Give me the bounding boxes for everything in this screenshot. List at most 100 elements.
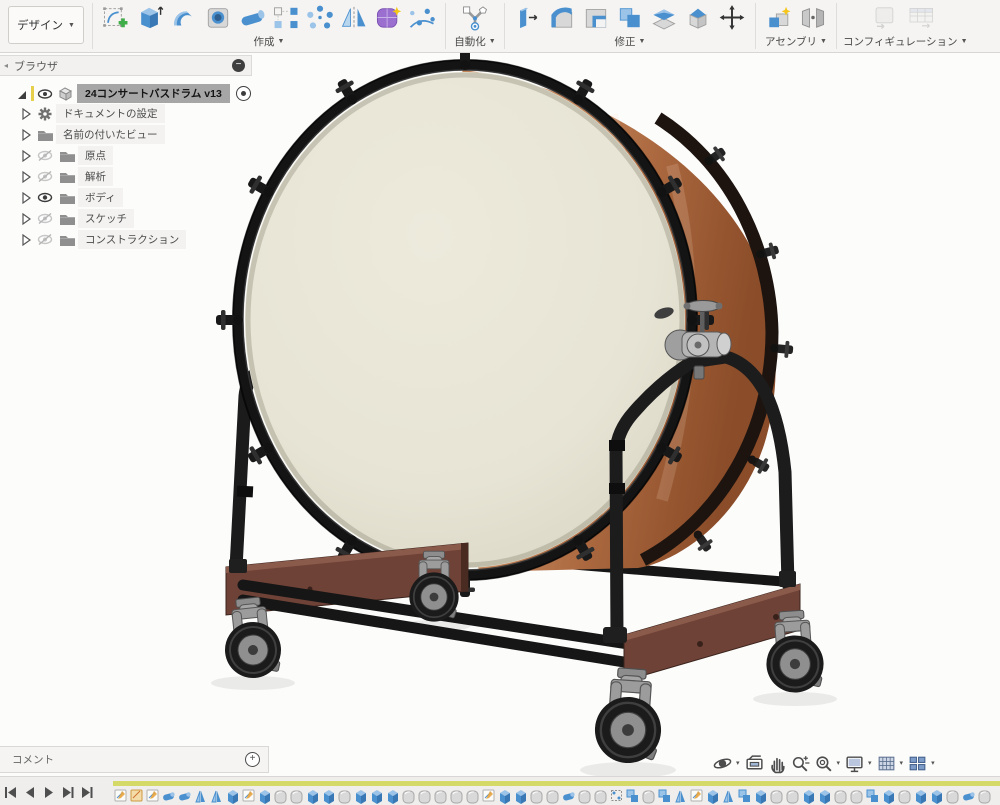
tree-item-construction[interactable]: コンストラクション (0, 229, 252, 250)
timeline-feature-sketch[interactable] (482, 788, 495, 805)
tree-item-analysis[interactable]: 解析 (0, 166, 252, 187)
pipe-icon[interactable] (235, 2, 269, 32)
step-back-button[interactable] (22, 786, 37, 799)
timeline-feature-round[interactable] (946, 788, 959, 805)
timeline-feature-mirror[interactable] (210, 788, 223, 805)
collapsed-triangle-icon[interactable] (20, 128, 32, 142)
revolve-icon[interactable] (167, 2, 201, 32)
timeline-feature-pipe[interactable] (178, 788, 191, 805)
grid-settings-icon[interactable] (876, 753, 897, 774)
timeline-feature-box[interactable] (354, 788, 367, 805)
timeline-feature-stack[interactable] (626, 788, 639, 805)
timeline-feature-box[interactable] (930, 788, 943, 805)
tree-item-named-views[interactable]: 名前の付いたビュー (0, 124, 252, 145)
timeline-feature-sketch[interactable] (114, 788, 127, 805)
chevron-down-icon[interactable]: ▾ (837, 759, 841, 767)
zoom-icon[interactable] (790, 753, 811, 774)
root-component-name[interactable]: 24コンサートバスドラム v13 (77, 84, 230, 103)
fit-icon[interactable] (813, 753, 834, 774)
collapsed-triangle-icon[interactable] (20, 170, 32, 184)
timeline-feature-round[interactable] (578, 788, 591, 805)
workspace-selector-button[interactable]: デザイン ▼ (8, 6, 84, 44)
split-body-icon[interactable] (647, 2, 681, 32)
timeline-range-highlight[interactable] (113, 781, 1000, 786)
timeline-feature-round[interactable] (434, 788, 447, 805)
tree-root-component[interactable]: 24コンサートバスドラム v13 (14, 84, 252, 103)
timeline-feature-mirror[interactable] (674, 788, 687, 805)
timeline-feature-stack[interactable] (738, 788, 751, 805)
timeline-feature-round[interactable] (770, 788, 783, 805)
eye-hidden-icon[interactable] (37, 233, 54, 246)
timeline-feature-pipe[interactable] (162, 788, 175, 805)
configure-group-label[interactable]: コンフィギュレーション ▼ (843, 33, 968, 49)
timeline-feature-round[interactable] (402, 788, 415, 805)
rectangular-pattern-icon[interactable] (269, 2, 303, 32)
timeline-feature-box[interactable] (258, 788, 271, 805)
tree-item-sketches[interactable]: スケッチ (0, 208, 252, 229)
timeline-feature-sketch[interactable] (146, 788, 159, 805)
timeline-feature-pipe[interactable] (962, 788, 975, 805)
timeline-feature-sketch[interactable] (690, 788, 703, 805)
collapsed-triangle-icon[interactable] (20, 191, 32, 205)
tree-item-label[interactable]: コンストラクション (78, 230, 187, 249)
play-button[interactable] (41, 786, 56, 799)
display-settings-icon[interactable] (844, 753, 865, 774)
hole-icon[interactable] (201, 2, 235, 32)
viewports-icon[interactable] (907, 753, 928, 774)
look-at-icon[interactable] (744, 753, 765, 774)
collapsed-triangle-icon[interactable] (20, 212, 32, 226)
press-pull-icon[interactable] (511, 2, 545, 32)
timeline-feature-construct[interactable] (130, 788, 143, 805)
timeline-feature-sketch[interactable] (242, 788, 255, 805)
joint-icon[interactable] (796, 2, 830, 32)
move-icon[interactable] (715, 2, 749, 32)
chevron-down-icon[interactable]: ▾ (900, 759, 904, 767)
orbit-icon[interactable] (712, 753, 733, 774)
timeline-feature-box[interactable] (306, 788, 319, 805)
timeline-feature-box[interactable] (514, 788, 527, 805)
browser-collapse-button[interactable]: − (232, 59, 245, 72)
configuration-icon[interactable] (867, 2, 901, 32)
create-curve-icon[interactable] (405, 2, 439, 32)
timeline-feature-round[interactable] (274, 788, 287, 805)
timeline-feature-box[interactable] (802, 788, 815, 805)
create-group-label[interactable]: 作成 ▼ (254, 33, 285, 49)
tree-item-label[interactable]: ドキュメントの設定 (56, 104, 165, 123)
skip-to-end-button[interactable] (79, 786, 94, 799)
timeline-feature-round[interactable] (466, 788, 479, 805)
collapsed-triangle-icon[interactable] (20, 107, 32, 121)
extrude-icon[interactable] (133, 2, 167, 32)
eye-hidden-icon[interactable] (37, 212, 54, 225)
timeline-feature-box[interactable] (882, 788, 895, 805)
automate-group-label[interactable]: 自動化 ▼ (454, 33, 495, 49)
tree-item-label[interactable]: 名前の付いたビュー (56, 125, 165, 144)
timeline-feature-round[interactable] (850, 788, 863, 805)
timeline-feature-box[interactable] (818, 788, 831, 805)
timeline-feature-round[interactable] (642, 788, 655, 805)
timeline-feature-round[interactable] (530, 788, 543, 805)
chevron-down-icon[interactable]: ▾ (736, 759, 740, 767)
circular-pattern-icon[interactable] (303, 2, 337, 32)
timeline-feature-mirror[interactable] (194, 788, 207, 805)
activate-component-radio[interactable] (235, 86, 251, 101)
skip-to-start-button[interactable] (3, 786, 18, 799)
timeline-feature-box[interactable] (914, 788, 927, 805)
draft-icon[interactable] (681, 2, 715, 32)
chevron-down-icon[interactable]: ▾ (868, 759, 872, 767)
collapse-arrow-icon[interactable]: ◂ (4, 61, 8, 70)
eye-hidden-icon[interactable] (37, 149, 54, 162)
tree-item-label[interactable]: スケッチ (78, 209, 134, 228)
timeline-feature-box[interactable] (706, 788, 719, 805)
tree-item-label[interactable]: ボディ (78, 188, 123, 207)
eye-hidden-icon[interactable] (37, 170, 54, 183)
tree-item-document-settings[interactable]: ドキュメントの設定 (0, 103, 252, 124)
timeline-feature-round[interactable] (450, 788, 463, 805)
timeline-feature-round[interactable] (786, 788, 799, 805)
timeline-feature-pattern[interactable] (610, 788, 623, 805)
add-comment-button[interactable]: + (245, 752, 260, 767)
timeline-feature-pipe[interactable] (562, 788, 575, 805)
timeline-feature-round[interactable] (834, 788, 847, 805)
form-icon[interactable] (371, 2, 405, 32)
create-sketch-icon[interactable] (99, 2, 133, 32)
modify-group-label[interactable]: 修正 ▼ (615, 33, 646, 49)
